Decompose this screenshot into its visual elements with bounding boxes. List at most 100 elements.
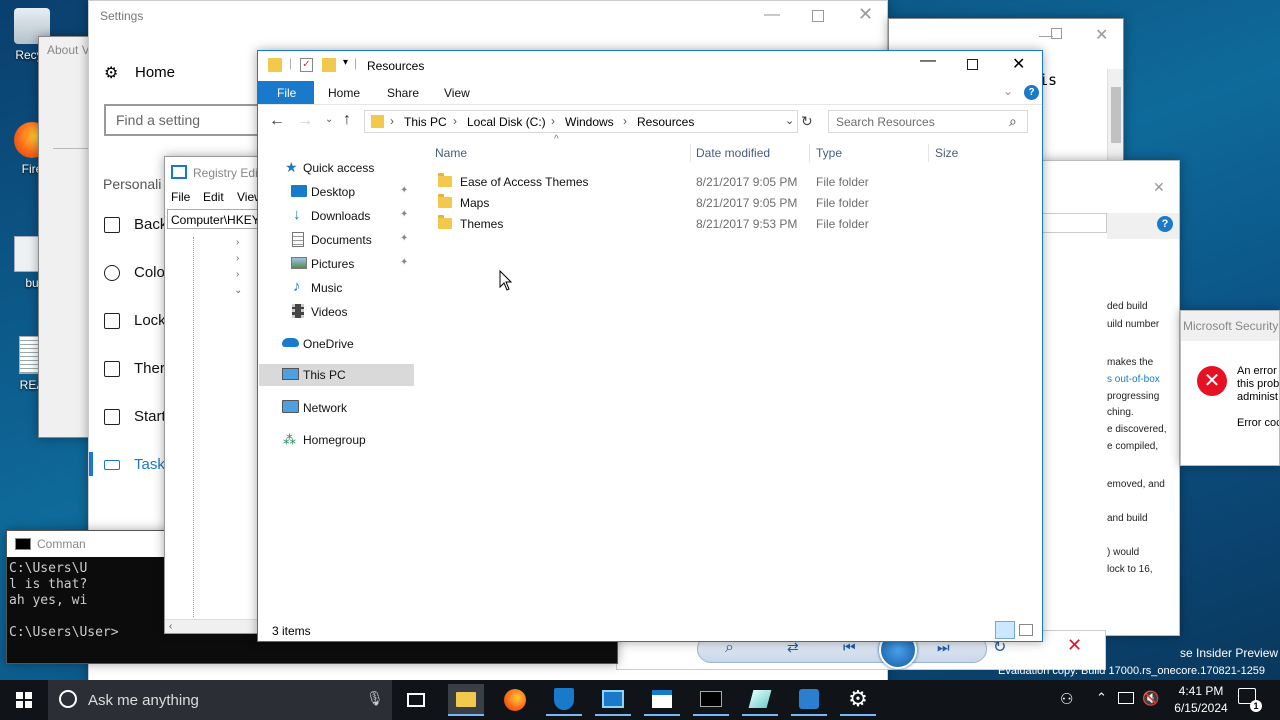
file-row[interactable]: Maps 8/21/2017 9:05 PM File folder [430, 192, 1030, 213]
scrollbar-thumb[interactable] [1111, 87, 1121, 143]
maximize-button[interactable] [967, 59, 978, 70]
microphone-icon[interactable]: 🎙 [366, 690, 384, 707]
nav-documents[interactable]: Documents ✦ [259, 229, 414, 251]
security-dialog[interactable]: Microsoft Security ✕ An error this prob … [1180, 310, 1280, 466]
close-icon[interactable]: ✕ [1095, 25, 1108, 45]
maximize-icon[interactable] [1051, 28, 1062, 39]
taskbar-defender-icon[interactable] [546, 684, 582, 716]
network-tray-icon[interactable] [1118, 692, 1134, 704]
nav-downloads[interactable]: ↓ Downloads ✦ [259, 205, 414, 227]
info-window[interactable]: ✕ ? ded build uild number makes the s ou… [1040, 160, 1180, 636]
nav-pictures[interactable]: Pictures ✦ [259, 253, 414, 275]
close-icon[interactable]: ✕ [1153, 179, 1165, 196]
tab-home[interactable]: Home [318, 82, 370, 104]
divider[interactable] [809, 144, 810, 162]
show-hidden-icons-chevron-icon[interactable]: ⌃ [1096, 690, 1107, 706]
regedit-menu-edit[interactable]: Edit [203, 190, 224, 204]
taskbar-media-player-icon[interactable] [742, 684, 778, 716]
tab-file[interactable]: File [258, 81, 314, 105]
tab-share[interactable]: Share [377, 82, 429, 104]
scroll-left-icon[interactable]: ‹ [169, 621, 172, 632]
file-row[interactable]: Ease of Access Themes 8/21/2017 9:05 PM … [430, 171, 1030, 192]
nav-music[interactable]: ♪ Music [259, 277, 414, 299]
settings-item-background[interactable]: Back [104, 216, 167, 233]
volume-muted-icon[interactable]: 🔇 [1142, 690, 1159, 707]
recent-locations-dropdown-icon[interactable]: ⌄ [325, 114, 333, 125]
properties-icon[interactable]: ✓ [300, 58, 313, 72]
nav-videos[interactable]: Videos [259, 301, 414, 323]
pin-icon[interactable]: ✦ [400, 233, 408, 244]
registry-editor-window[interactable]: Registry Edit File Edit View Computer\HK… [164, 156, 260, 634]
breadcrumb-chevron-icon[interactable]: › [390, 114, 394, 128]
breadcrumb-windows[interactable]: Windows [565, 115, 614, 129]
nav-quick-access[interactable]: ★ Quick access [259, 157, 414, 179]
start-button[interactable] [0, 680, 48, 720]
address-bar[interactable]: › This PC › Local Disk (C:) › Windows › … [364, 110, 798, 133]
regedit-address-bar[interactable]: Computer\HKEY [167, 209, 259, 229]
settings-item-colors[interactable]: Colo [104, 264, 165, 281]
breadcrumb-chevron-icon[interactable]: › [453, 114, 457, 128]
task-view-icon[interactable] [398, 684, 434, 716]
tab-view[interactable]: View [434, 82, 480, 104]
nav-network[interactable]: Network [259, 397, 414, 419]
settings-item-taskbar[interactable]: Task [104, 456, 165, 473]
nav-homegroup[interactable]: ⁂ Homegroup [259, 429, 414, 451]
forward-arrow-icon[interactable]: → [297, 112, 313, 130]
people-icon[interactable]: ⚇ [1060, 690, 1073, 708]
regedit-tree[interactable]: › › › ⌄ [193, 237, 259, 617]
up-arrow-icon[interactable]: ↑ [343, 111, 351, 129]
details-view-icon[interactable] [995, 621, 1015, 639]
minimize-button[interactable]: — [920, 52, 936, 70]
pin-icon[interactable]: ✦ [400, 209, 408, 220]
large-icons-view-icon[interactable] [1019, 624, 1033, 636]
regedit-menu-file[interactable]: File [171, 190, 190, 204]
column-header-size[interactable]: Size [935, 144, 958, 162]
chevron-right-icon[interactable]: › [236, 237, 239, 248]
settings-item-start[interactable]: Start [104, 408, 166, 425]
stop-icon[interactable]: ✕ [1067, 635, 1082, 656]
pin-icon[interactable]: ✦ [400, 257, 408, 268]
nav-onedrive[interactable]: OneDrive [259, 333, 414, 355]
settings-item-lock-screen[interactable]: Lock [104, 312, 166, 329]
taskbar-notepad-icon[interactable] [644, 684, 680, 716]
new-folder-icon[interactable] [322, 58, 336, 72]
nav-this-pc[interactable]: This PC [259, 364, 414, 386]
breadcrumb-local-disk[interactable]: Local Disk (C:) [467, 115, 546, 129]
divider[interactable] [928, 144, 929, 162]
search-icon[interactable]: ⌕ [1009, 113, 1017, 130]
taskbar-firefox-icon[interactable] [497, 684, 533, 716]
nav-desktop[interactable]: Desktop ✦ [259, 181, 414, 203]
breadcrumb-this-pc[interactable]: This PC [404, 115, 447, 129]
breadcrumb-chevron-icon[interactable]: › [623, 114, 627, 128]
taskbar-file-explorer-icon[interactable] [448, 684, 484, 716]
close-icon[interactable]: ✕ [858, 4, 873, 25]
expand-ribbon-icon[interactable]: ⌄ [1003, 84, 1013, 98]
taskbar-clock-date[interactable]: 6/15/2024 [1166, 701, 1236, 715]
breadcrumb-chevron-icon[interactable]: › [551, 114, 555, 128]
address-dropdown-icon[interactable]: ⌄ [785, 114, 794, 127]
settings-search-input[interactable]: Find a setting [104, 104, 260, 136]
pin-icon[interactable]: ✦ [400, 185, 408, 196]
column-header-date-modified[interactable]: Date modified [696, 144, 770, 162]
taskbar-command-prompt-icon[interactable] [693, 684, 729, 716]
chevron-down-icon[interactable]: ⌄ [234, 285, 242, 296]
divider[interactable] [690, 144, 691, 162]
chevron-right-icon[interactable]: › [236, 269, 239, 280]
taskbar-settings-icon[interactable]: ⚙ [840, 684, 876, 716]
maximize-icon[interactable] [812, 10, 824, 22]
breadcrumb-resources[interactable]: Resources [637, 115, 694, 129]
cmd-output[interactable]: C:\Users\U l is that? ah yes, wi C:\User… [9, 561, 119, 641]
help-icon[interactable]: ? [1024, 85, 1039, 100]
taskbar-clock-time[interactable]: 4:41 PM [1168, 684, 1234, 698]
settings-item-themes[interactable]: Ther [104, 360, 165, 377]
horizontal-scrollbar[interactable]: ‹ [165, 619, 259, 633]
taskbar-app-icon[interactable] [791, 684, 827, 716]
column-header-name[interactable]: Name [435, 144, 467, 162]
file-row[interactable]: Themes 8/21/2017 9:53 PM File folder [430, 213, 1030, 234]
back-arrow-icon[interactable]: ← [269, 112, 285, 130]
help-icon[interactable]: ? [1157, 216, 1173, 232]
refresh-icon[interactable]: ↻ [801, 113, 813, 130]
chevron-right-icon[interactable]: › [236, 253, 239, 264]
taskbar-search-box[interactable]: Ask me anything 🎙 [48, 680, 392, 720]
close-button[interactable]: ✕ [1012, 54, 1025, 74]
